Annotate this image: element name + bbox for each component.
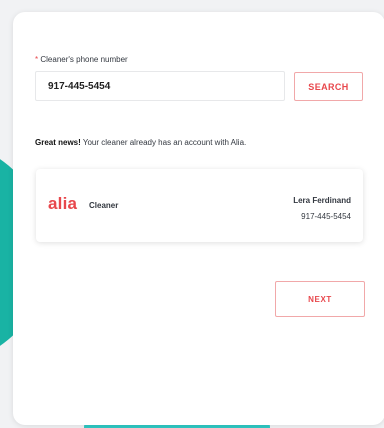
search-button[interactable]: SEARCH [294, 72, 363, 101]
cleaner-name: Lera Ferdinand [293, 196, 351, 205]
cleaner-phone: 917-445-5454 [301, 212, 351, 221]
required-marker: * [35, 55, 39, 64]
account-role: Cleaner [89, 201, 119, 210]
alia-logo: alia [48, 194, 78, 213]
account-notice: Great news! Your cleaner already has an … [35, 138, 246, 147]
phone-label-text: Cleaner's phone number [40, 55, 128, 64]
phone-field-label: * Cleaner's phone number [35, 55, 128, 64]
cleaner-search-card: * Cleaner's phone number SEARCH Great ne… [13, 12, 384, 425]
phone-input[interactable] [35, 71, 285, 101]
cleaner-account-card[interactable]: alia Cleaner Lera Ferdinand 917-445-5454 [36, 169, 363, 242]
next-button[interactable]: NEXT [275, 281, 365, 317]
notice-message: Your cleaner already has an account with… [80, 138, 247, 147]
app-screen: * Cleaner's phone number SEARCH Great ne… [0, 0, 384, 428]
notice-emphasis: Great news! [35, 138, 81, 147]
